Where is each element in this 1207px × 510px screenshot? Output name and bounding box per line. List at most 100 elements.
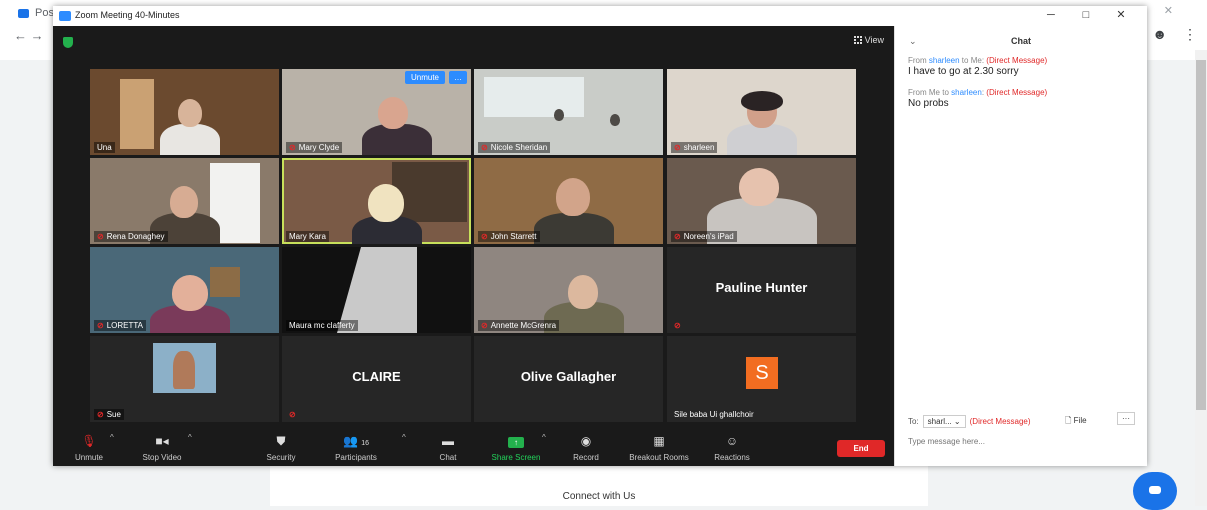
participant-face	[610, 114, 620, 126]
gallery-grid-icon	[853, 36, 862, 44]
headphones-icon	[741, 91, 783, 111]
participants-icon: 👥 16	[342, 434, 370, 448]
chat-bubble-icon	[1149, 486, 1161, 494]
zoom-window: Zoom Meeting 40-Minutes ─ □ ✕ View Una U…	[53, 6, 1147, 466]
chat-icon: ▬	[442, 434, 454, 448]
video-options-chevron-icon[interactable]: ^	[188, 433, 192, 442]
unmute-participant-button[interactable]: Unmute	[404, 71, 445, 84]
browser-nav-buttons[interactable]: ← →	[14, 28, 44, 43]
participant-name: Mary Kara	[286, 231, 329, 242]
participant-face	[554, 109, 564, 121]
reactions-button[interactable]: ☺ Reactions	[705, 434, 759, 462]
chat-message: From Me to sharleen: (Direct Message) No…	[908, 88, 1047, 109]
video-tile[interactable]: ⊘ Annette McGrenra	[474, 247, 663, 333]
participant-name: ⊘ Annette McGrenra	[478, 320, 560, 331]
participant-name-placeholder: Olive Gallagher	[520, 369, 617, 384]
stop-video-button[interactable]: ■◂ Stop Video	[137, 434, 187, 462]
participant-name: ⊘ Mary Clyde	[286, 142, 343, 153]
video-tile[interactable]: S Sile baba Ui ghallchoir	[667, 336, 856, 422]
video-tile[interactable]: ⊘ Nicole Sheridan	[474, 69, 663, 155]
muted-mic-icon: ⊘	[97, 321, 104, 330]
chat-message-meta: From sharleen to Me: (Direct Message)	[908, 56, 1048, 65]
video-tile[interactable]: CLAIRE ⊘	[282, 336, 471, 422]
record-button[interactable]: ◉ Record	[567, 434, 605, 462]
chat-more-button[interactable]: ···	[1117, 412, 1135, 425]
share-options-chevron-icon[interactable]: ^	[542, 433, 546, 442]
unmute-button[interactable]: 🎙 Unmute	[71, 434, 107, 462]
video-tile[interactable]: ⊘ LORETTA	[90, 247, 279, 333]
tile-background-bookshelf	[392, 162, 467, 222]
participant-more-button[interactable]: …	[449, 71, 467, 84]
muted-mic-icon: ⊘	[289, 410, 296, 419]
participants-options-chevron-icon[interactable]: ^	[402, 433, 406, 442]
browser-tab[interactable]: Pos	[18, 7, 54, 19]
participant-name: ⊘ Sue	[94, 409, 124, 420]
page-scrollbar-thumb[interactable]	[1196, 60, 1206, 410]
participant-name: Sile baba Ui ghallchoir	[674, 410, 754, 419]
breakout-rooms-button[interactable]: ▦ Breakout Rooms	[621, 434, 697, 462]
participant-name: ⊘ Rena Donaghey	[94, 231, 168, 242]
breakout-rooms-icon: ▦	[653, 434, 665, 448]
maximize-icon[interactable]: □	[1070, 9, 1102, 21]
participant-name: Maura mc clafferty	[286, 320, 358, 331]
video-tile[interactable]: Una	[90, 69, 279, 155]
record-icon: ◉	[580, 434, 592, 448]
chat-file-button[interactable]: 🗋 File	[1065, 415, 1087, 429]
video-tile-active-speaker[interactable]: Mary Kara	[282, 158, 471, 244]
muted-mic-icon: ⊘	[97, 232, 104, 241]
participant-name-placeholder: CLAIRE	[352, 369, 401, 384]
chat-fab-button[interactable]	[1133, 472, 1177, 510]
view-label: View	[864, 35, 884, 45]
participant-avatar: S	[746, 357, 778, 389]
participant-figure	[727, 124, 797, 155]
account-icon[interactable]: ☻	[1152, 26, 1167, 42]
window-title: Zoom Meeting 40-Minutes	[75, 10, 180, 20]
page-scrollbar[interactable]	[1195, 50, 1207, 506]
chat-recipient-select[interactable]: sharl... ⌄	[922, 415, 966, 428]
web-page-footer-card: Connect with Us	[270, 466, 928, 506]
participant-name: ⊘ LORETTA	[94, 320, 147, 331]
chat-message-input[interactable]	[908, 434, 1134, 448]
browser-menu-icon[interactable]: ⋮	[1183, 26, 1197, 42]
muted-mic-icon: ⊘	[674, 143, 681, 152]
end-meeting-button[interactable]: End	[837, 440, 885, 457]
participant-face	[170, 186, 198, 218]
video-tile[interactable]: Olive Gallagher	[474, 336, 663, 422]
muted-mic-icon: ⊘	[674, 321, 681, 330]
reactions-emoji-icon: ☺	[725, 434, 739, 448]
close-icon[interactable]: ✕	[1105, 8, 1137, 21]
share-screen-button[interactable]: ↑ Share Screen	[485, 434, 547, 462]
chat-message-text: I have to go at 2.30 sorry	[908, 66, 1019, 77]
participant-face	[172, 275, 208, 311]
encryption-shield-icon[interactable]	[63, 37, 73, 48]
security-button[interactable]: ⛊ Security	[261, 434, 301, 462]
site-favicon-icon	[18, 8, 29, 18]
video-tile[interactable]: ⊘ John Starrett	[474, 158, 663, 244]
meeting-toolbar: 🎙 Unmute ^ ■◂ Stop Video ^ ⛊ Security 👥 16 P…	[53, 431, 894, 466]
photo-figure	[173, 351, 195, 389]
video-tile[interactable]: ⊘ Rena Donaghey	[90, 158, 279, 244]
security-shield-icon: ⛊	[276, 434, 286, 448]
participant-face	[739, 168, 779, 206]
meeting-area: View Una Unmute … ⊘ Mary Clyde ⊘ Nicole Sh…	[53, 26, 894, 466]
video-tile[interactable]: Maura mc clafferty	[282, 247, 471, 333]
video-tile[interactable]: ⊘ Noreen's iPad	[667, 158, 856, 244]
video-tile[interactable]: Unmute … ⊘ Mary Clyde	[282, 69, 471, 155]
minimize-icon[interactable]: ─	[1035, 9, 1067, 21]
video-tile[interactable]: Pauline Hunter ⊘	[667, 247, 856, 333]
participants-button[interactable]: 👥 16 Participants	[329, 434, 383, 462]
video-tile[interactable]: ⊘ sharleen	[667, 69, 856, 155]
participant-name: ⊘ Nicole Sheridan	[478, 142, 551, 153]
view-button[interactable]: View	[853, 35, 884, 45]
chat-button[interactable]: ▬ Chat	[431, 434, 465, 462]
muted-mic-icon: ⊘	[481, 321, 488, 330]
window-controls: ─ □ ✕	[1035, 8, 1137, 21]
video-camera-icon: ■◂	[155, 434, 169, 448]
audio-options-chevron-icon[interactable]: ^	[110, 433, 114, 442]
participant-name-placeholder: Pauline Hunter	[715, 280, 808, 295]
chat-message-meta: From Me to sharleen: (Direct Message)	[908, 88, 1048, 97]
browser-tab-label: Pos	[35, 7, 54, 19]
video-tile[interactable]: ⊘ Sue	[90, 336, 279, 422]
muted-mic-icon: ⊘	[674, 232, 681, 241]
chat-message-text: No probs	[908, 98, 949, 109]
